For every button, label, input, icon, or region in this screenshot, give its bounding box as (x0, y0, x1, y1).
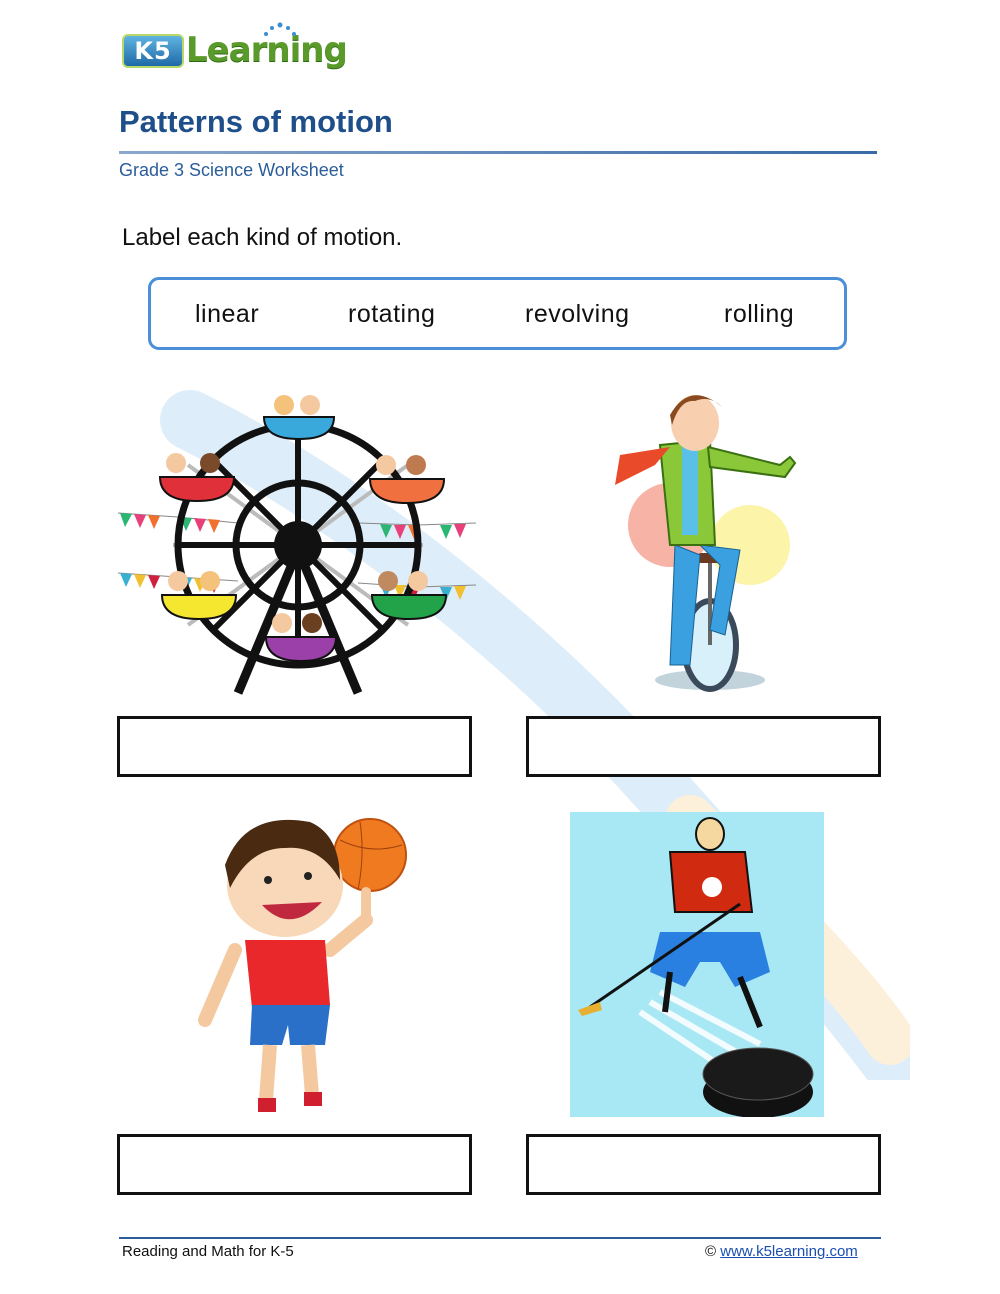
instruction-text: Label each kind of motion. (122, 224, 403, 251)
answer-box-basketball[interactable] (117, 1134, 472, 1195)
hockey-player-image (570, 812, 824, 1117)
unicycle-image (615, 395, 797, 692)
answer-box-ferris-wheel[interactable] (117, 716, 472, 777)
ferris-wheel-image (118, 395, 477, 695)
word-bank: linear rotating revolving rolling (148, 277, 847, 350)
word-bank-item: rolling (724, 300, 795, 328)
answer-box-unicycle[interactable] (526, 716, 881, 777)
k5learning-link[interactable]: www.k5learning.com (720, 1243, 858, 1260)
footer-tagline: Reading and Math for K-5 (122, 1243, 294, 1260)
gondola (370, 571, 448, 621)
gondola (158, 453, 236, 503)
gondola (262, 395, 336, 441)
footer-divider (119, 1237, 881, 1239)
word-bank-item: rotating (348, 300, 436, 328)
copyright-icon: © (705, 1243, 717, 1260)
footer-copyright: © www.k5learning.com (705, 1243, 858, 1260)
boy-spinning-basketball-image (198, 818, 407, 1112)
word-bank-item: linear (195, 300, 260, 328)
k5-learning-logo: K5 Learning (122, 22, 348, 74)
answer-box-hockey[interactable] (526, 1134, 881, 1195)
logo-badge: K5 (122, 34, 184, 68)
word-bank-item: revolving (525, 300, 630, 328)
page-title: Patterns of motion (119, 104, 393, 139)
logo-figure-icon (264, 22, 296, 36)
title-divider (119, 151, 877, 154)
page-subtitle: Grade 3 Science Worksheet (119, 160, 344, 180)
gondola (368, 455, 446, 505)
